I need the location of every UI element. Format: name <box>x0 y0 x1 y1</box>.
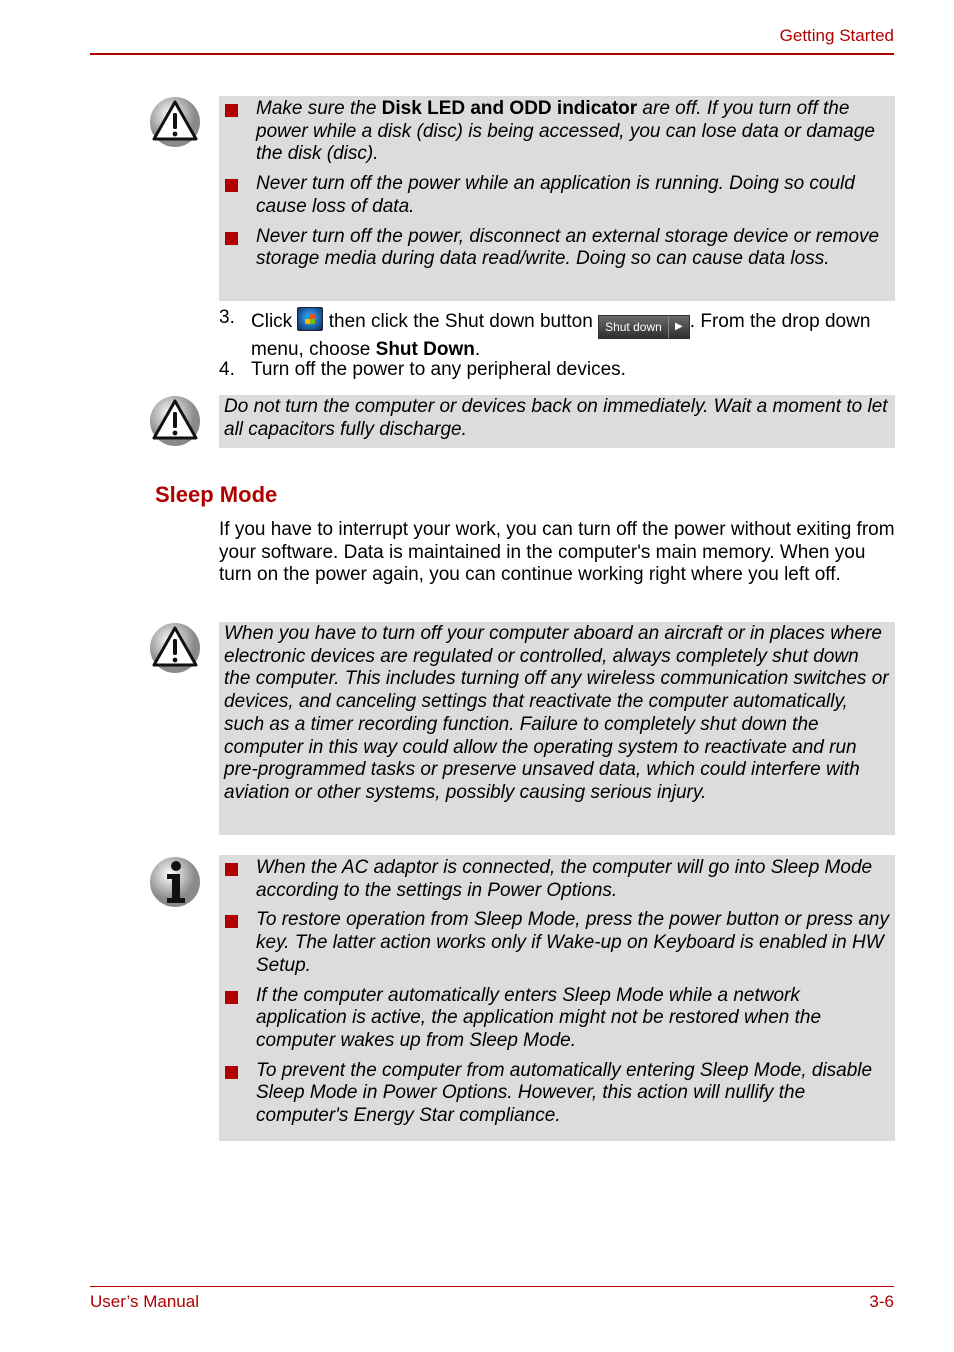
footer-rule <box>90 1286 894 1287</box>
list-item: To restore operation from Sleep Mode, pr… <box>219 909 889 977</box>
list-item: When the AC adaptor is connected, the co… <box>219 857 889 902</box>
bullet-icon <box>225 915 238 929</box>
warning-icon <box>150 396 200 446</box>
bullet-icon <box>225 104 238 117</box>
caution-box: When you have to turn off your computer … <box>219 622 895 835</box>
bullet-icon <box>225 1065 238 1079</box>
step-3: 3. Click then click the Shut down button… <box>219 307 871 361</box>
running-header: Getting Started <box>779 26 894 45</box>
page-number: 3-6 <box>869 1292 894 1311</box>
warning-icon <box>150 97 200 147</box>
list-item: Never turn off the power while an applic… <box>219 173 889 218</box>
bullet-icon <box>225 231 238 245</box>
caution-box: Do not turn the computer or devices back… <box>219 395 895 448</box>
header-rule <box>90 53 894 55</box>
bullet-icon <box>225 179 238 193</box>
list-item: Make sure the Disk LED and ODD indicator… <box>219 98 889 166</box>
section-heading: Sleep Mode <box>155 482 278 507</box>
list-item: Never turn off the power, disconnect an … <box>219 226 889 271</box>
shut-down-button[interactable]: Shut down ▶ <box>598 315 690 340</box>
step-4: 4. Turn off the power to any peripheral … <box>219 359 626 380</box>
info-icon <box>150 857 200 907</box>
windows-start-icon[interactable] <box>297 307 324 331</box>
list-item: To prevent the computer from automatical… <box>219 1060 889 1128</box>
info-box: When the AC adaptor is connected, the co… <box>219 855 895 1141</box>
arrow-right-icon: ▶ <box>674 321 683 332</box>
bullet-icon <box>225 863 238 876</box>
footer-title: User’s Manual <box>90 1292 199 1311</box>
body-paragraph: If you have to interrupt your work, you … <box>219 519 895 586</box>
caution-box: Make sure the Disk LED and ODD indicator… <box>219 96 895 301</box>
warning-icon <box>150 623 200 673</box>
list-item: If the computer automatically enters Sle… <box>219 985 889 1053</box>
bullet-icon <box>225 990 238 1004</box>
